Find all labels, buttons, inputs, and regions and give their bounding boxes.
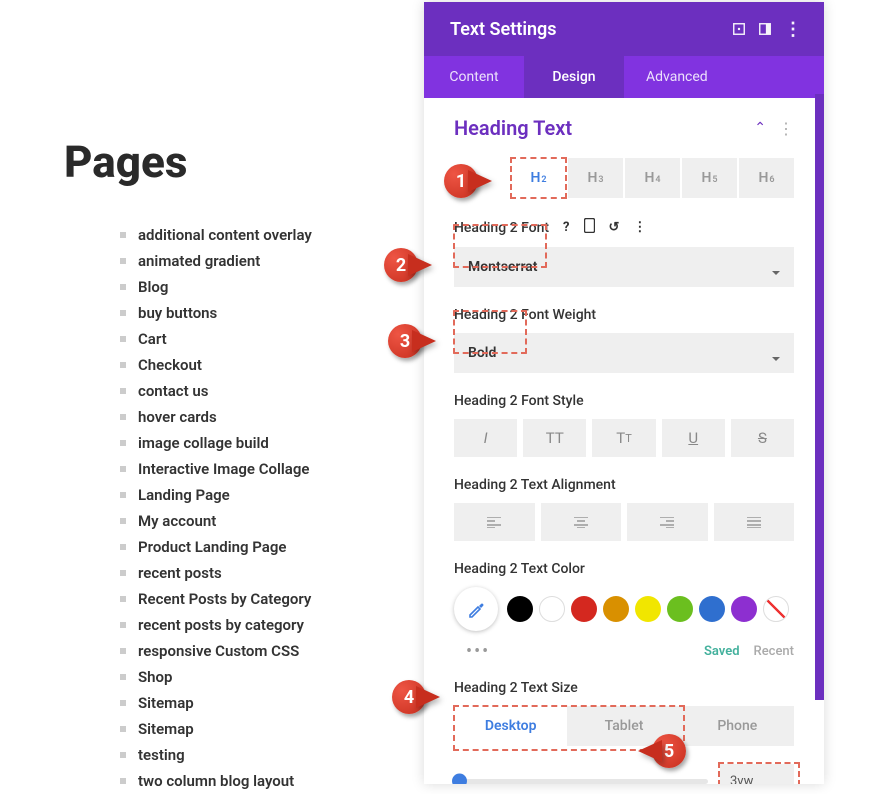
color-recent-tab[interactable]: Recent <box>754 644 794 659</box>
pages-list: additional content overlay animated grad… <box>64 222 424 794</box>
tab-advanced[interactable]: Advanced <box>624 56 730 98</box>
font-label: Heading 2 Font <box>454 220 549 236</box>
swatch-none[interactable] <box>763 596 789 622</box>
size-value: 3vw <box>730 774 753 785</box>
font-value: Montserrat <box>468 259 538 275</box>
expand-icon[interactable] <box>732 22 746 36</box>
pages-heading: Pages <box>64 136 424 188</box>
device-desktop-tab[interactable]: Desktop <box>454 706 567 746</box>
panel-title: Text Settings <box>450 19 720 40</box>
weight-select[interactable]: Bold <box>454 333 794 373</box>
weight-value: Bold <box>468 345 496 361</box>
list-item[interactable]: two column blog layout <box>120 768 424 794</box>
style-strikethrough-button[interactable]: S <box>731 419 794 457</box>
list-item[interactable]: hover cards <box>120 404 424 430</box>
swatch-white[interactable] <box>539 596 565 622</box>
list-item[interactable]: Recent Posts by Category <box>120 586 424 612</box>
font-select[interactable]: Montserrat <box>454 247 794 287</box>
device-icon[interactable] <box>584 218 595 237</box>
list-item[interactable]: recent posts <box>120 560 424 586</box>
more-icon[interactable]: ⋮ <box>784 19 802 40</box>
style-italic-button[interactable]: I <box>454 419 517 457</box>
section-title[interactable]: Heading Text <box>454 116 754 140</box>
heading-tab-h4[interactable]: H4 <box>625 158 680 198</box>
field-more-icon[interactable]: ⋮ <box>633 220 646 235</box>
list-item[interactable]: Checkout <box>120 352 424 378</box>
list-item[interactable]: additional content overlay <box>120 222 424 248</box>
list-item[interactable]: Landing Page <box>120 482 424 508</box>
device-tablet-tab[interactable]: Tablet <box>567 706 680 746</box>
swatch-purple[interactable] <box>731 596 757 622</box>
size-slider[interactable] <box>454 779 708 784</box>
color-label: Heading 2 Text Color <box>454 561 585 577</box>
slider-thumb[interactable] <box>452 774 467 785</box>
reset-icon[interactable]: ↺ <box>609 220 620 235</box>
list-item[interactable]: responsive Custom CSS <box>120 638 424 664</box>
swatch-yellow[interactable] <box>635 596 661 622</box>
list-item[interactable]: animated gradient <box>120 248 424 274</box>
help-icon[interactable]: ? <box>563 220 569 235</box>
list-item[interactable]: Blog <box>120 274 424 300</box>
weight-label: Heading 2 Font Weight <box>454 307 596 323</box>
heading-tab-h5[interactable]: H5 <box>682 158 737 198</box>
swatch-black[interactable] <box>507 596 533 622</box>
align-right-button[interactable] <box>627 503 708 541</box>
align-left-button[interactable] <box>454 503 535 541</box>
color-saved-tab[interactable]: Saved <box>704 644 740 659</box>
tab-design[interactable]: Design <box>524 56 624 98</box>
swatch-green[interactable] <box>667 596 693 622</box>
list-item[interactable]: My account <box>120 508 424 534</box>
list-item[interactable]: contact us <box>120 378 424 404</box>
swatch-red[interactable] <box>571 596 597 622</box>
align-label: Heading 2 Text Alignment <box>454 477 616 493</box>
style-label: Heading 2 Font Style <box>454 393 584 409</box>
size-label: Heading 2 Text Size <box>454 680 578 696</box>
list-item[interactable]: recent posts by category <box>120 612 424 638</box>
swatch-blue[interactable] <box>699 596 725 622</box>
chevron-up-icon[interactable]: ⌃ <box>754 120 766 136</box>
heading-tab-h2[interactable]: H2 <box>511 158 566 198</box>
list-item[interactable]: Cart <box>120 326 424 352</box>
list-item[interactable]: Sitemap <box>120 690 424 716</box>
list-item[interactable]: image collage build <box>120 430 424 456</box>
list-item[interactable]: Product Landing Page <box>120 534 424 560</box>
heading-tab-h6[interactable]: H6 <box>739 158 794 198</box>
list-item[interactable]: testing <box>120 742 424 768</box>
size-input[interactable]: 3vw <box>720 764 794 784</box>
list-item[interactable]: Interactive Image Collage <box>120 456 424 482</box>
style-smallcaps-button[interactable]: TT <box>592 419 655 457</box>
color-picker-button[interactable] <box>454 587 498 631</box>
align-justify-button[interactable] <box>714 503 795 541</box>
color-more-icon[interactable]: ••• <box>466 641 490 662</box>
align-center-button[interactable] <box>541 503 622 541</box>
list-item[interactable]: Sitemap <box>120 716 424 742</box>
section-more-icon[interactable]: ⋮ <box>778 119 794 138</box>
list-item[interactable]: Shop <box>120 664 424 690</box>
device-phone-tab[interactable]: Phone <box>681 706 794 746</box>
dock-icon[interactable] <box>758 22 772 36</box>
style-underline-button[interactable]: U <box>662 419 725 457</box>
style-uppercase-button[interactable]: TT <box>523 419 586 457</box>
tab-content[interactable]: Content <box>424 56 524 98</box>
heading-tab-h3[interactable]: H3 <box>568 158 623 198</box>
swatch-orange[interactable] <box>603 596 629 622</box>
list-item[interactable]: buy buttons <box>120 300 424 326</box>
settings-panel: Text Settings ⋮ Content Design Advanced … <box>424 2 824 784</box>
